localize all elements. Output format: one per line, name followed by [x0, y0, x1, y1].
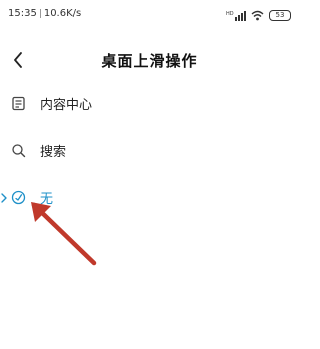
- page-title: 桌面上滑操作: [101, 52, 198, 70]
- option-list: 内容中心 搜索 无: [0, 80, 299, 221]
- option-content-center[interactable]: 内容中心: [0, 80, 299, 127]
- status-time: 15:35: [8, 8, 37, 19]
- network-speed: 10.6K/s: [43, 8, 82, 19]
- status-icons: HD 53: [226, 6, 291, 25]
- status-bar: 15:35 10.6K/s HD 53: [0, 0, 299, 28]
- status-left: 15:35 10.6K/s: [8, 8, 81, 19]
- option-none[interactable]: 无: [0, 174, 299, 221]
- signal-icon: HD: [226, 6, 246, 25]
- check-circle-icon: [10, 190, 26, 206]
- option-label: 搜索: [40, 145, 67, 160]
- option-label: 内容中心: [40, 98, 93, 113]
- search-icon: [10, 143, 26, 159]
- status-separator: [39, 9, 41, 18]
- header: 桌面上滑操作: [0, 40, 299, 80]
- option-search[interactable]: 搜索: [0, 127, 299, 174]
- option-label: 无: [40, 192, 54, 207]
- battery-icon: 53: [269, 10, 291, 21]
- wifi-icon: [251, 6, 264, 25]
- chevron-right-icon: [1, 192, 7, 203]
- signal-hd-label: HD: [226, 11, 234, 17]
- content-center-icon: [10, 96, 26, 112]
